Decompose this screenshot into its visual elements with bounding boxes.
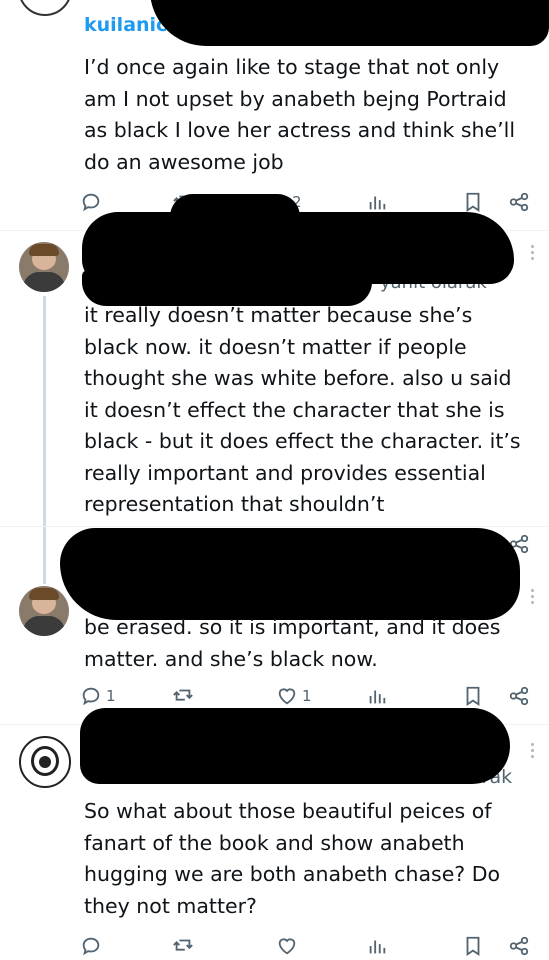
- more-options-icon: [531, 743, 534, 746]
- reply-count: 1: [106, 687, 116, 705]
- reply-button[interactable]: [80, 188, 106, 216]
- more-options-icon: [531, 257, 534, 260]
- share-icon: [509, 192, 529, 212]
- views-icon: [369, 940, 386, 954]
- like-icon: [278, 938, 296, 955]
- reply-icon: [82, 193, 100, 212]
- tweet-text: be erased. so it is important, and it do…: [84, 615, 507, 671]
- share-button[interactable]: [508, 682, 530, 710]
- reply-icon: [82, 937, 100, 956]
- retweet-icon: [173, 689, 193, 701]
- share-icon: [509, 686, 529, 706]
- more-options-button[interactable]: [531, 586, 535, 607]
- more-options-icon: [531, 601, 534, 604]
- more-options-icon: [531, 755, 534, 758]
- tweet-actions: 1 1: [80, 682, 540, 710]
- share-button[interactable]: [508, 188, 530, 216]
- share-button[interactable]: [508, 932, 530, 960]
- more-options-icon: [531, 595, 534, 598]
- more-options-button[interactable]: [531, 740, 535, 761]
- more-options-icon: [531, 589, 534, 592]
- like-button[interactable]: [276, 932, 298, 960]
- avatar[interactable]: [18, 0, 72, 16]
- bookmark-button[interactable]: [462, 682, 484, 710]
- bookmark-button[interactable]: [462, 932, 484, 960]
- tweet-actions: [80, 932, 540, 960]
- like-icon: [278, 688, 296, 705]
- thread-line: [43, 296, 46, 584]
- tweet-text: I’d once again like to stage that not on…: [84, 55, 522, 174]
- retweet-icon: [173, 939, 193, 951]
- divider: [0, 526, 549, 527]
- username-fragment[interactable]: kuilanic: [84, 14, 167, 36]
- more-options-button[interactable]: [531, 242, 535, 263]
- redaction-mark: [80, 708, 510, 784]
- like-button[interactable]: 1: [276, 682, 312, 710]
- retweet-button[interactable]: [172, 682, 194, 710]
- tweet-text: So what about those beautiful peices of …: [84, 799, 507, 918]
- more-options-icon: [531, 749, 534, 752]
- views-button[interactable]: [366, 682, 388, 710]
- retweet-button[interactable]: [172, 932, 194, 960]
- redaction-mark: [150, 0, 549, 46]
- bookmark-icon: [466, 686, 480, 706]
- tweet-text: it really doesn’t matter because she’s b…: [84, 303, 528, 516]
- reply-icon: [82, 687, 100, 706]
- reply-button[interactable]: 1: [80, 682, 116, 710]
- bookmark-icon: [466, 936, 480, 956]
- avatar[interactable]: [19, 586, 69, 636]
- share-icon: [509, 936, 529, 956]
- avatar[interactable]: [19, 736, 71, 788]
- reply-button[interactable]: [80, 932, 102, 960]
- like-count: 1: [302, 687, 312, 705]
- views-icon: [369, 690, 386, 704]
- bookmark-icon: [466, 192, 480, 212]
- more-options-icon: [531, 245, 534, 248]
- more-options-icon: [531, 251, 534, 254]
- redaction-mark: [60, 528, 520, 620]
- views-icon: [369, 196, 386, 210]
- views-button[interactable]: [366, 932, 388, 960]
- avatar[interactable]: [19, 242, 69, 292]
